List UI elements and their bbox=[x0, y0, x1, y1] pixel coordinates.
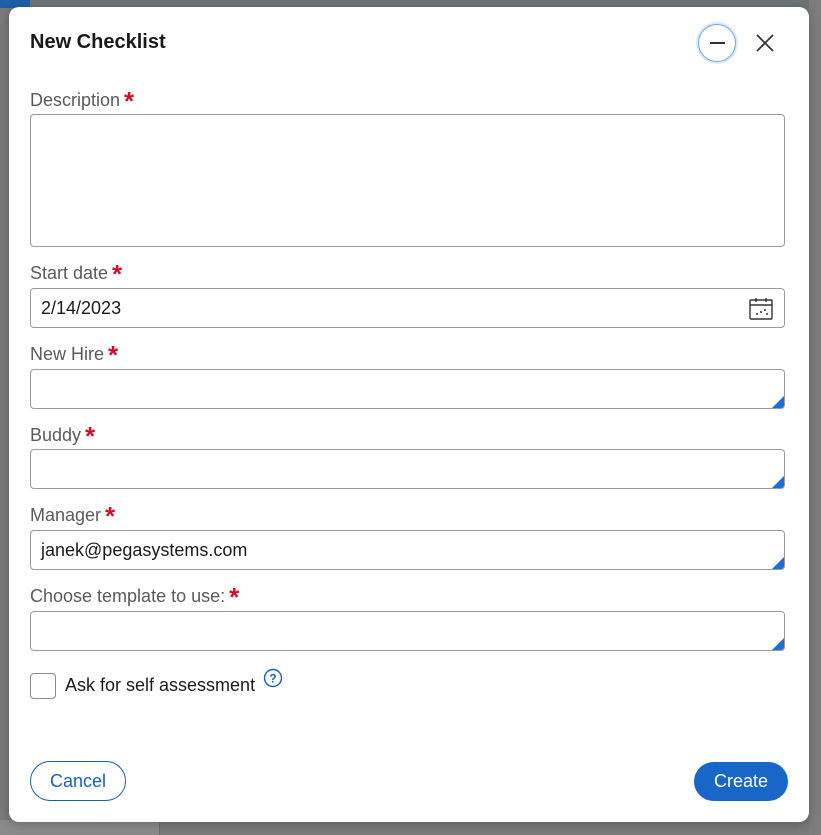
start-date-input[interactable]: 2/14/2023 bbox=[30, 288, 785, 328]
required-marker: * bbox=[229, 582, 240, 612]
new-hire-label: New Hire * bbox=[30, 340, 119, 370]
backdrop-panel bbox=[0, 820, 160, 835]
self-assessment-checkbox[interactable] bbox=[30, 673, 56, 699]
create-button[interactable]: Create bbox=[694, 762, 788, 801]
autocomplete-corner-icon bbox=[772, 638, 784, 650]
autocomplete-corner-icon bbox=[772, 557, 784, 569]
required-marker: * bbox=[85, 421, 96, 451]
new-hire-input[interactable] bbox=[30, 369, 785, 409]
cancel-button[interactable]: Cancel bbox=[30, 761, 126, 801]
start-date-value: 2/14/2023 bbox=[41, 297, 122, 318]
minimize-button[interactable] bbox=[698, 24, 736, 62]
self-assessment-label: Ask for self assessment bbox=[65, 675, 256, 695]
new-checklist-dialog: New Checklist Description * Start date * 2… bbox=[9, 7, 809, 822]
description-textarea[interactable] bbox=[30, 114, 785, 247]
manager-label: Manager * bbox=[30, 501, 116, 531]
required-marker: * bbox=[108, 340, 119, 370]
buddy-input[interactable] bbox=[30, 449, 785, 489]
backdrop-right bbox=[809, 0, 821, 835]
template-input[interactable] bbox=[30, 611, 785, 651]
buddy-label: Buddy * bbox=[30, 421, 96, 451]
dialog-title: New Checklist bbox=[30, 31, 166, 53]
close-button[interactable] bbox=[749, 27, 781, 59]
required-marker: * bbox=[112, 259, 123, 289]
help-icon[interactable]: ? bbox=[263, 668, 283, 688]
start-date-label: Start date * bbox=[30, 259, 123, 289]
svg-text:?: ? bbox=[269, 672, 276, 686]
required-marker: * bbox=[105, 501, 116, 531]
autocomplete-corner-icon bbox=[772, 476, 784, 488]
autocomplete-corner-icon bbox=[772, 396, 784, 408]
required-marker: * bbox=[124, 86, 135, 116]
template-label: Choose template to use: * bbox=[30, 582, 240, 612]
description-label: Description * bbox=[30, 86, 135, 116]
manager-input[interactable]: janek@pegasystems.com bbox=[30, 530, 785, 570]
manager-value: janek@pegasystems.com bbox=[41, 539, 248, 560]
close-icon bbox=[756, 34, 774, 52]
calendar-icon[interactable] bbox=[748, 296, 774, 322]
